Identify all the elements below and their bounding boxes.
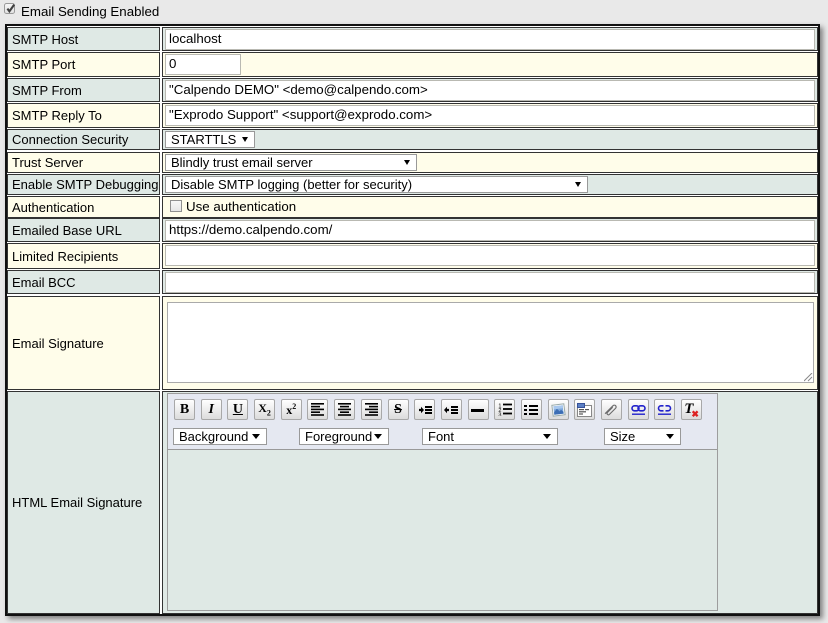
svg-text:3: 3 <box>498 412 501 416</box>
